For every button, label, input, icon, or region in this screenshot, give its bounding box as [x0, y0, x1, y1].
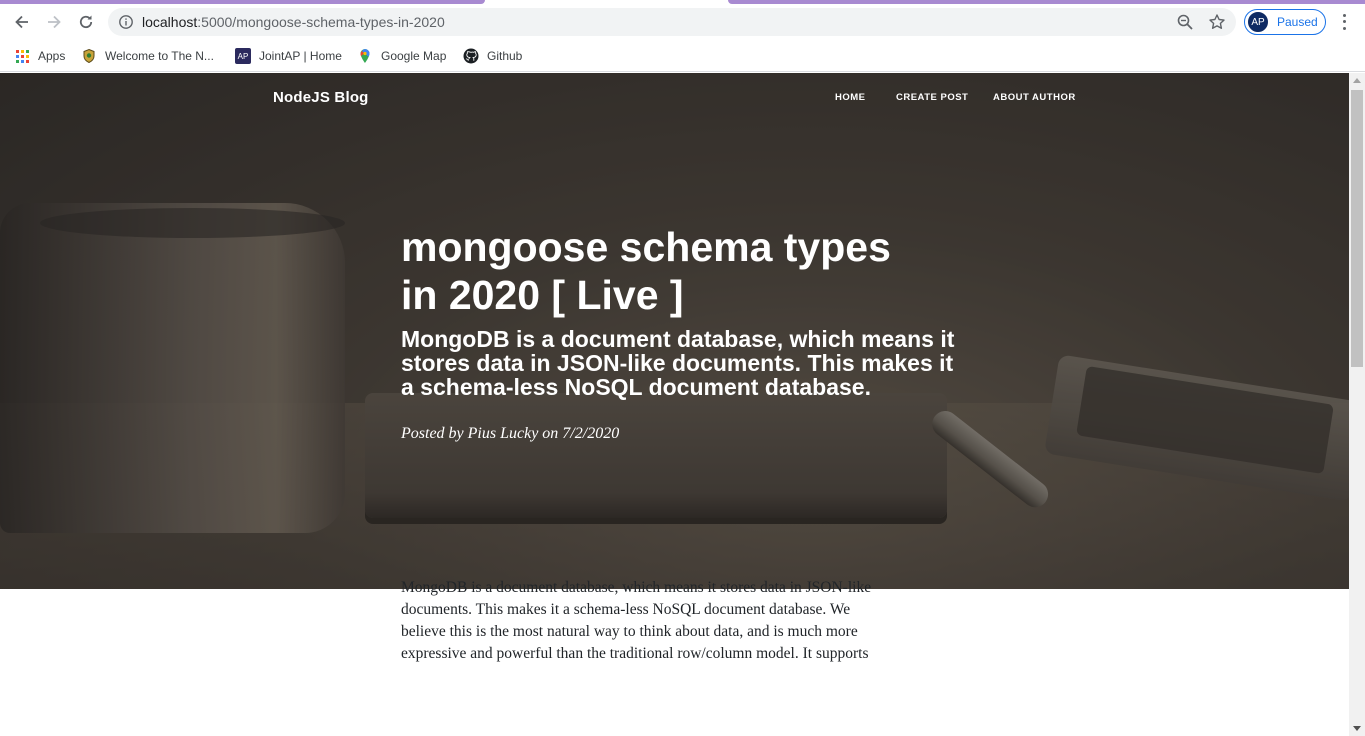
- nav-about-author-link[interactable]: ABOUT AUTHOR: [993, 92, 1076, 103]
- bookmark-apps[interactable]: Apps: [14, 46, 65, 66]
- nav-create-post-link[interactable]: CREATE POST: [896, 92, 968, 103]
- post-title: mongoose schema types in 2020 [ Live ]: [401, 223, 961, 319]
- post-body-line: documents. This makes it a schema-less N…: [401, 601, 851, 618]
- github-icon: [463, 48, 479, 64]
- url-path: :5000/mongoose-schema-types-in-2020: [197, 14, 445, 30]
- browser-toolbar: localhost:5000/mongoose-schema-types-in-…: [0, 4, 1365, 40]
- bookmark-github[interactable]: Github: [463, 46, 522, 66]
- url-text[interactable]: localhost:5000/mongoose-schema-types-in-…: [142, 14, 445, 30]
- bookmark-jointap[interactable]: AP JointAP | Home: [235, 46, 342, 66]
- profile-button[interactable]: AP Paused: [1244, 9, 1326, 35]
- site-brand-link[interactable]: NodeJS Blog: [273, 89, 369, 106]
- post-subtitle: MongoDB is a document database, which me…: [401, 326, 955, 400]
- post-body-line: believe this is the most natural way to …: [401, 623, 858, 640]
- arrow-right-icon: [48, 15, 61, 29]
- post-body: MongoDB is a document database, which me…: [401, 577, 946, 665]
- post-heading: mongoose schema types in 2020 [ Live ] M…: [401, 223, 961, 443]
- back-button[interactable]: [8, 8, 36, 36]
- bookmark-google-map[interactable]: Google Map: [357, 46, 446, 66]
- avatar: AP: [1248, 12, 1268, 32]
- nav-home-link[interactable]: HOME: [835, 92, 866, 103]
- bookmark-label: Apps: [38, 49, 66, 63]
- post-meta: Posted by Pius Lucky on 7/2/2020: [401, 425, 620, 442]
- bookmarks-bar: Apps Welcome to The N... AP JointAP | Ho…: [0, 40, 1365, 72]
- post-body-line: expressive and powerful than the traditi…: [401, 645, 869, 662]
- profile-status: Paused: [1277, 15, 1318, 29]
- map-pin-icon: [357, 48, 373, 64]
- page-scrollbar[interactable]: [1349, 73, 1365, 736]
- bookmark-welcome[interactable]: Welcome to The N...: [81, 46, 214, 66]
- kebab-menu-icon[interactable]: [1336, 12, 1352, 32]
- scroll-up-arrow-icon[interactable]: [1353, 78, 1361, 83]
- bookmark-label: JointAP | Home: [259, 49, 342, 63]
- site-info-icon[interactable]: [118, 14, 134, 30]
- post-body-line: MongoDB is a document database, which me…: [401, 579, 872, 596]
- bookmark-label: Google Map: [381, 49, 447, 63]
- bookmark-label: Welcome to The N...: [105, 49, 214, 63]
- post-title-line-1: mongoose schema types: [401, 224, 891, 270]
- apps-grid-icon: [14, 48, 30, 64]
- ap-badge-icon: AP: [235, 48, 251, 64]
- reload-button[interactable]: [72, 8, 100, 36]
- arrow-left-icon: [15, 15, 28, 29]
- address-bar[interactable]: localhost:5000/mongoose-schema-types-in-…: [108, 8, 1236, 36]
- bookmark-star-icon[interactable]: [1208, 13, 1226, 31]
- zoom-icon[interactable]: [1176, 13, 1194, 31]
- scroll-down-arrow-icon[interactable]: [1353, 726, 1361, 731]
- url-host: localhost: [142, 14, 198, 30]
- post-title-line-2: in 2020 [ Live ]: [401, 272, 684, 318]
- forward-button[interactable]: [40, 8, 68, 36]
- reload-icon: [79, 15, 93, 28]
- hero-header: NodeJS Blog HOME CREATE POST ABOUT AUTHO…: [0, 73, 1349, 589]
- scrollbar-thumb[interactable]: [1351, 90, 1363, 367]
- crest-icon: [81, 48, 97, 64]
- bookmark-label: Github: [487, 49, 523, 63]
